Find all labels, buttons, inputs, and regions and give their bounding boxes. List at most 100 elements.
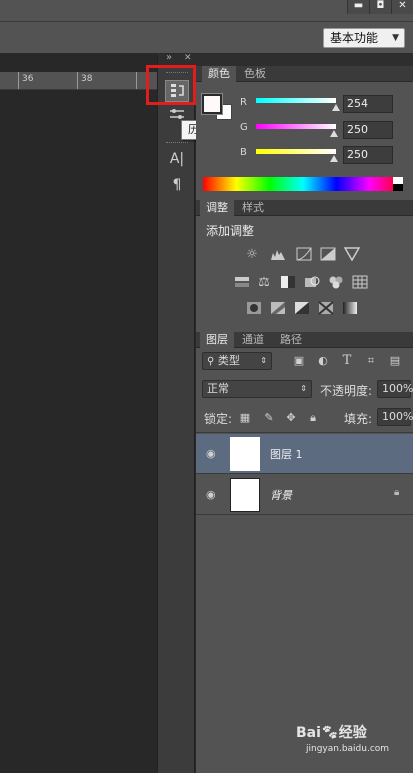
layer-filter-select[interactable]: ⚲ 类型 ⇕: [202, 352, 272, 370]
channel-mixer-icon[interactable]: [328, 275, 344, 291]
levels-icon[interactable]: [270, 247, 286, 263]
ruler-tick-line: [77, 72, 78, 89]
paw-icon: 🐾︎: [320, 725, 339, 741]
black-white-icon[interactable]: [280, 275, 296, 291]
layer-name: 背景: [270, 489, 292, 502]
brightness-icon[interactable]: ☼: [244, 247, 260, 263]
fill-input[interactable]: 100%: [377, 408, 413, 426]
menu-bar: ▬ ◘ ✕: [0, 0, 413, 22]
layers-panel-tabs: 图层 通道 路径: [196, 332, 413, 348]
posterize-icon[interactable]: [270, 301, 286, 317]
character-panel-button[interactable]: A|: [165, 148, 189, 170]
slider-b[interactable]: [256, 149, 336, 154]
photo-filter-icon[interactable]: [304, 275, 320, 291]
image-filter-icon[interactable]: ▣: [292, 354, 306, 368]
layer-filter-label: 类型: [217, 354, 240, 367]
layer-row[interactable]: ◉ 图层 1: [196, 434, 413, 474]
panel-column: 颜色 色板 R 254 G 250 B 250 调整 样式 添加调整 ☼ ⚖ 图…: [196, 54, 413, 773]
invert-icon[interactable]: [246, 301, 262, 317]
opacity-label: 不透明度:: [320, 384, 373, 398]
black-white-ramp[interactable]: [393, 177, 403, 191]
horizontal-ruler: 36 38: [0, 72, 157, 90]
channel-label-b: B: [240, 147, 247, 158]
value-b[interactable]: 250: [343, 146, 393, 164]
minimize-button[interactable]: ▬: [347, 0, 369, 14]
workspace-label: 基本功能: [330, 31, 379, 45]
tab-swatches[interactable]: 色板: [238, 66, 272, 82]
ruler-tick-label: 38: [81, 74, 93, 84]
smart-object-filter-icon[interactable]: ▤: [388, 354, 402, 368]
color-panel-tabs: 颜色 色板: [196, 66, 413, 82]
watermark-brand: Bai: [296, 725, 321, 741]
tab-styles[interactable]: 样式: [236, 200, 270, 216]
opacity-input[interactable]: 100%: [377, 380, 413, 398]
hue-saturation-icon[interactable]: [234, 275, 250, 291]
tab-color[interactable]: 颜色: [202, 66, 236, 82]
lock-label: 锁定:: [204, 412, 233, 426]
layer-row[interactable]: ◉ 背景 🔒︎: [196, 475, 413, 515]
window-controls: ▬ ◘ ✕: [347, 0, 413, 14]
workspace-select[interactable]: 基本功能 ▼: [323, 28, 405, 48]
ruler-tick-line: [18, 72, 19, 89]
search-icon: ⚲: [207, 356, 215, 367]
chevron-down-icon: ▼: [392, 33, 399, 43]
eye-icon[interactable]: ◉: [206, 447, 216, 460]
fill-label: 填充:: [344, 412, 373, 426]
value-g[interactable]: 250: [343, 121, 393, 139]
paragraph-icon: ¶: [172, 177, 182, 193]
layer-thumbnail: [230, 478, 260, 512]
paragraph-panel-button[interactable]: ¶: [165, 174, 189, 196]
shape-filter-icon[interactable]: ⌗: [364, 354, 378, 368]
color-spectrum-bar[interactable]: [203, 177, 403, 191]
adjustment-filter-icon[interactable]: ◐: [316, 354, 330, 368]
character-icon: A|: [169, 151, 185, 167]
chevron-updown-icon: ⇕: [300, 384, 307, 393]
lock-position-icon[interactable]: ✥: [284, 411, 298, 425]
type-filter-icon[interactable]: T: [340, 354, 354, 368]
color-balance-icon[interactable]: ⚖: [256, 275, 272, 291]
foreground-color-swatch[interactable]: [201, 93, 223, 115]
slider-r[interactable]: [256, 98, 336, 103]
tab-adjustments[interactable]: 调整: [200, 200, 234, 216]
curves-icon[interactable]: [296, 247, 312, 263]
value-r[interactable]: 254: [343, 95, 393, 113]
watermark-url: jingyan.baidu.com: [306, 744, 390, 754]
grip-icon[interactable]: [166, 142, 188, 144]
blend-mode-select[interactable]: 正常 ⇕: [202, 380, 312, 398]
lock-icon: 🔒︎: [394, 487, 400, 498]
slider-r-thumb[interactable]: [332, 104, 340, 111]
document-canvas[interactable]: [0, 90, 157, 773]
sliders-icon: [170, 109, 184, 119]
selective-color-icon[interactable]: [318, 301, 334, 317]
channel-label-r: R: [240, 97, 247, 108]
lock-pixels-icon[interactable]: ✎: [262, 411, 276, 425]
watermark-brand-2: 经验: [338, 725, 367, 741]
color-lookup-icon[interactable]: [352, 275, 368, 291]
slider-b-thumb[interactable]: [330, 155, 338, 162]
slider-g-thumb[interactable]: [330, 130, 338, 137]
lock-transparent-icon[interactable]: ▦: [238, 411, 252, 425]
close-button[interactable]: ✕: [391, 0, 413, 14]
watermark-logo: Bai🐾︎经验: [296, 722, 367, 742]
ruler-tick-line: [136, 72, 137, 89]
tab-paths[interactable]: 路径: [274, 332, 308, 348]
tab-layers[interactable]: 图层: [200, 332, 234, 348]
divider: [196, 432, 413, 433]
tab-channels[interactable]: 通道: [236, 332, 270, 348]
collapse-icon[interactable]: »: [166, 52, 172, 63]
gradient-map-icon[interactable]: [342, 301, 358, 317]
options-bar: 基本功能 ▼: [0, 22, 413, 54]
threshold-icon[interactable]: [294, 301, 310, 317]
vibrance-icon[interactable]: [343, 247, 361, 263]
collapsed-panel-dock: » ✕ A| ¶: [157, 52, 196, 773]
exposure-icon[interactable]: [320, 247, 336, 263]
blend-mode-label: 正常: [207, 382, 229, 395]
eye-icon[interactable]: ◉: [206, 488, 216, 501]
restore-button[interactable]: ◘: [369, 0, 391, 14]
panel-top-strip: [196, 54, 413, 66]
layer-thumbnail: [230, 437, 260, 471]
lock-all-icon[interactable]: 🔒︎: [306, 411, 320, 425]
add-adjustment-title: 添加调整: [206, 224, 255, 238]
slider-g[interactable]: [256, 124, 336, 129]
close-icon[interactable]: ✕: [184, 53, 192, 63]
